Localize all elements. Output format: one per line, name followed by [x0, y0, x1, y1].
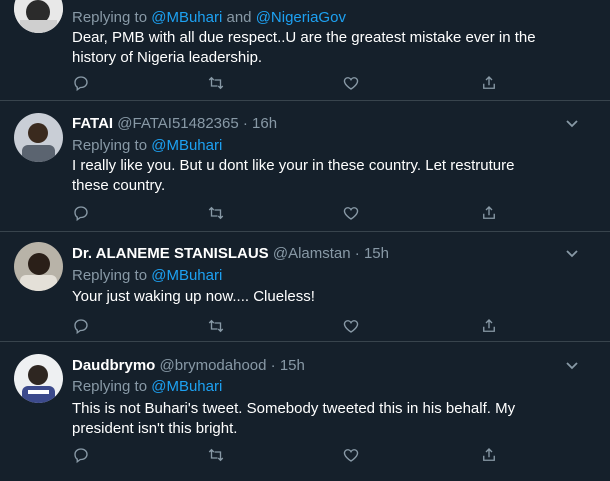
tweet-actions — [72, 74, 512, 94]
share-button[interactable] — [480, 204, 500, 224]
display-name[interactable]: Daudbrymo — [72, 357, 155, 374]
user-handle[interactable]: @brymodahood — [160, 357, 267, 374]
more-options-button[interactable] — [564, 357, 580, 373]
like-button[interactable] — [342, 74, 362, 94]
chevron-down-icon — [566, 250, 578, 258]
tweet[interactable]: Daudbrymo @brymodahood · 15h Replying to… — [0, 342, 610, 481]
avatar[interactable] — [14, 113, 63, 162]
mention-link[interactable]: @NigeriaGov — [256, 9, 346, 26]
retweet-icon — [208, 319, 224, 333]
replying-to: Replying to @MBuhari and @NigeriaGov — [72, 9, 346, 26]
reply-icon — [74, 319, 88, 335]
display-name[interactable]: FATAI — [72, 115, 113, 132]
display-name[interactable]: Dr. ALANEME STANISLAUS — [72, 245, 269, 262]
tweet-text: Your just waking up now.... Clueless! — [72, 288, 315, 305]
retweet-button[interactable] — [207, 317, 227, 337]
like-button[interactable] — [342, 317, 362, 337]
tweet-actions — [72, 317, 512, 337]
replying-to: Replying to @MBuhari — [72, 137, 223, 154]
more-options-button[interactable] — [564, 115, 580, 131]
timestamp[interactable]: 15h — [280, 357, 305, 374]
tweet[interactable]: Dr. ALANEME STANISLAUS @Alamstan · 15h R… — [0, 232, 610, 342]
tweet-text: I really like you. But u dont like your … — [72, 157, 515, 194]
mention-link[interactable]: @MBuhari — [151, 267, 222, 284]
chevron-down-icon — [566, 120, 578, 128]
reply-button[interactable] — [72, 446, 92, 466]
mention-link[interactable]: @MBuhari — [151, 137, 222, 154]
mention-link[interactable]: @MBuhari — [151, 9, 222, 26]
retweet-icon — [208, 206, 224, 220]
retweet-button[interactable] — [207, 74, 227, 94]
like-icon — [343, 320, 359, 333]
share-icon — [483, 319, 495, 332]
like-icon — [343, 77, 359, 90]
share-button[interactable] — [480, 317, 500, 337]
tweet[interactable]: Replying to @MBuhari and @NigeriaGov Dea… — [0, 0, 610, 101]
share-button[interactable] — [480, 74, 500, 94]
retweet-icon — [208, 76, 224, 90]
chevron-down-icon — [566, 362, 578, 370]
retweet-button[interactable] — [207, 446, 227, 466]
timestamp[interactable]: 15h — [364, 245, 389, 262]
user-handle[interactable]: @FATAI51482365 — [117, 115, 238, 132]
retweet-button[interactable] — [207, 204, 227, 224]
retweet-icon — [208, 448, 224, 462]
like-button[interactable] — [342, 204, 362, 224]
avatar[interactable] — [14, 354, 63, 403]
avatar[interactable] — [14, 0, 63, 33]
separator: · — [242, 115, 248, 132]
replying-to: Replying to @MBuhari — [72, 267, 223, 284]
like-icon — [343, 449, 359, 462]
share-button[interactable] — [480, 446, 500, 466]
reply-button[interactable] — [72, 204, 92, 224]
share-icon — [483, 76, 495, 89]
tweet-text: Dear, PMB with all due respect..U are th… — [72, 29, 536, 66]
replying-to: Replying to @MBuhari — [72, 378, 223, 395]
reply-button[interactable] — [72, 74, 92, 94]
more-options-button[interactable] — [564, 245, 580, 261]
like-button[interactable] — [342, 446, 362, 466]
tweet[interactable]: FATAI @FATAI51482365 · 16h Replying to @… — [0, 101, 610, 232]
share-icon — [483, 448, 495, 461]
reply-button[interactable] — [72, 317, 92, 337]
separator: · — [270, 357, 276, 374]
tweet-header: Daudbrymo @brymodahood · 15h — [72, 357, 305, 374]
tweet-header: FATAI @FATAI51482365 · 16h — [72, 115, 277, 132]
share-icon — [483, 206, 495, 219]
reply-icon — [74, 206, 88, 222]
tweet-header: Dr. ALANEME STANISLAUS @Alamstan · 15h — [72, 245, 389, 262]
timestamp[interactable]: 16h — [252, 115, 277, 132]
like-icon — [343, 207, 359, 220]
tweet-text: This is not Buhari's tweet. Somebody twe… — [72, 400, 516, 437]
tweet-actions — [72, 204, 512, 224]
user-handle[interactable]: @Alamstan — [273, 245, 351, 262]
separator: · — [354, 245, 360, 262]
mention-link[interactable]: @MBuhari — [151, 378, 222, 395]
reply-icon — [74, 448, 88, 464]
avatar[interactable] — [14, 242, 63, 291]
tweet-actions — [72, 446, 512, 466]
reply-icon — [74, 76, 88, 92]
